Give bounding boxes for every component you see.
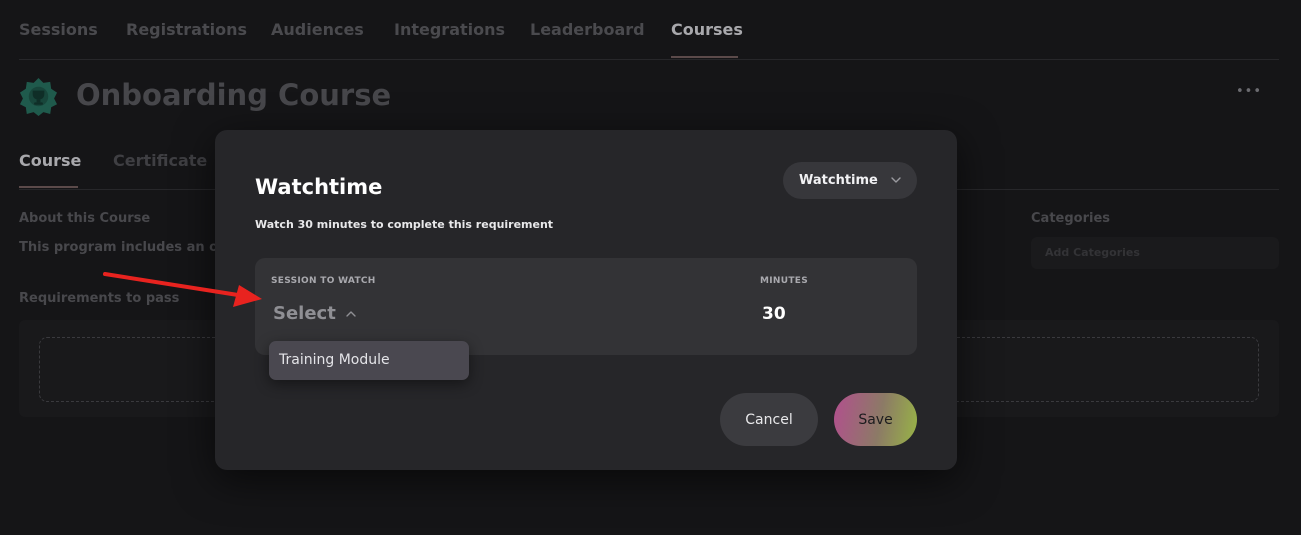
tab-audiences[interactable]: Audiences [271, 20, 364, 39]
tab-courses[interactable]: Courses [671, 20, 743, 39]
modal-subtitle: Watch 30 minutes to complete this requir… [255, 218, 554, 231]
categories-label: Categories [1031, 211, 1111, 226]
cancel-button[interactable]: Cancel [720, 393, 818, 446]
save-button[interactable]: Save [834, 393, 917, 446]
active-subtab-indicator [19, 186, 78, 188]
chevron-up-icon[interactable] [345, 308, 357, 320]
requirement-type-dropdown[interactable]: Watchtime [783, 162, 917, 199]
tab-integrations[interactable]: Integrations [394, 20, 505, 39]
modal-title: Watchtime [255, 175, 383, 199]
session-field-label: SESSION TO WATCH [271, 276, 376, 286]
minutes-input[interactable]: 30 [762, 304, 786, 324]
categories-placeholder: Add Categories [1045, 246, 1140, 259]
requirement-type-value: Watchtime [799, 173, 878, 188]
chevron-down-icon [891, 177, 901, 183]
ellipsis-icon[interactable]: ••• [1236, 84, 1262, 99]
categories-input[interactable]: Add Categories [1031, 237, 1279, 269]
session-select[interactable]: Select [273, 303, 336, 324]
watchtime-modal: Watchtime Watch 30 minutes to complete t… [215, 130, 957, 470]
about-text: This program includes an ov [19, 240, 215, 255]
tab-sessions[interactable]: Sessions [19, 20, 98, 39]
annotation-arrow-icon [103, 272, 262, 307]
tab-course[interactable]: Course [19, 151, 81, 170]
minutes-field-label: MINUTES [760, 276, 809, 286]
tab-leaderboard[interactable]: Leaderboard [530, 20, 645, 39]
active-tab-indicator [671, 56, 738, 58]
tab-certificate[interactable]: Certificate [113, 151, 207, 170]
about-label: About this Course [19, 211, 151, 226]
tab-registrations[interactable]: Registrations [126, 20, 247, 39]
top-navigation: Sessions Registrations Audiences Integra… [19, 0, 1279, 60]
session-dropdown-menu: Training Module [269, 341, 469, 380]
trophy-badge-icon [19, 77, 58, 116]
dropdown-option-training-module[interactable]: Training Module [279, 352, 390, 368]
page-title: Onboarding Course [76, 78, 392, 112]
